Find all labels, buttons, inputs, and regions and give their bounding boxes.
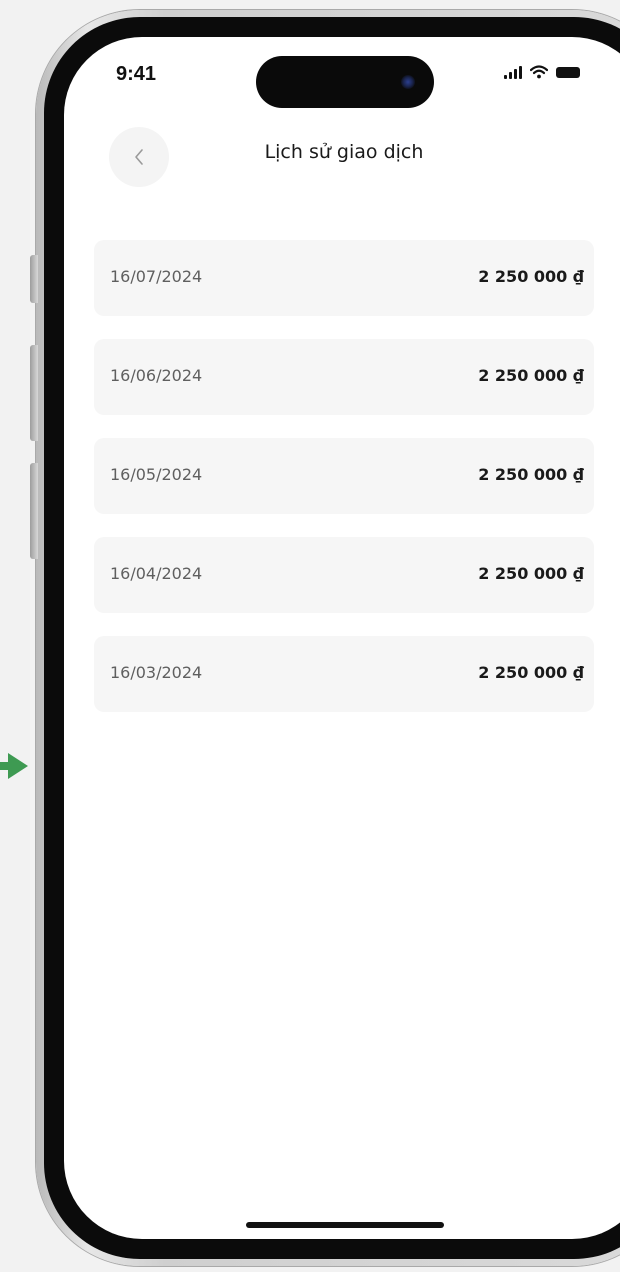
- transaction-date: 16/07/2024: [110, 267, 203, 286]
- flow-arrow-icon: [8, 753, 28, 779]
- home-indicator[interactable]: [246, 1222, 444, 1228]
- back-button[interactable]: [109, 127, 169, 187]
- transaction-row[interactable]: 16/04/2024 2 250 000 ₫: [94, 537, 594, 613]
- phone-screen: 9:41 Lịch sử giao dịch 16/07/2024 2 250 …: [64, 37, 620, 1239]
- status-time: 9:41: [116, 63, 157, 85]
- transaction-row[interactable]: 16/05/2024 2 250 000 ₫: [94, 438, 594, 514]
- transaction-date: 16/04/2024: [110, 564, 203, 583]
- status-icons: [504, 65, 580, 79]
- transaction-date: 16/06/2024: [110, 366, 203, 385]
- transaction-amount: 2 250 000 ₫: [478, 663, 584, 682]
- wifi-icon: [530, 65, 548, 79]
- transaction-list: 16/07/2024 2 250 000 ₫ 16/06/2024 2 250 …: [94, 240, 594, 735]
- dynamic-island: [256, 56, 434, 108]
- canvas: 9:41 Lịch sử giao dịch 16/07/2024 2 250 …: [0, 0, 620, 1272]
- battery-icon: [556, 67, 580, 78]
- transaction-amount: 2 250 000 ₫: [478, 465, 584, 484]
- chevron-left-icon: [135, 149, 143, 165]
- transaction-row[interactable]: 16/03/2024 2 250 000 ₫: [94, 636, 594, 712]
- transaction-amount: 2 250 000 ₫: [478, 366, 584, 385]
- phone-silent-switch: [30, 255, 38, 303]
- transaction-date: 16/05/2024: [110, 465, 203, 484]
- transaction-amount: 2 250 000 ₫: [478, 564, 584, 583]
- phone-volume-up-button: [30, 345, 38, 441]
- page-title: Lịch sử giao dịch: [264, 141, 424, 163]
- transaction-date: 16/03/2024: [110, 663, 203, 682]
- transaction-row[interactable]: 16/07/2024 2 250 000 ₫: [94, 240, 594, 316]
- phone-volume-down-button: [30, 463, 38, 559]
- header: Lịch sử giao dịch: [64, 127, 620, 187]
- camera-icon: [401, 75, 415, 89]
- transaction-row[interactable]: 16/06/2024 2 250 000 ₫: [94, 339, 594, 415]
- transaction-amount: 2 250 000 ₫: [478, 267, 584, 286]
- signal-icon: [504, 65, 522, 79]
